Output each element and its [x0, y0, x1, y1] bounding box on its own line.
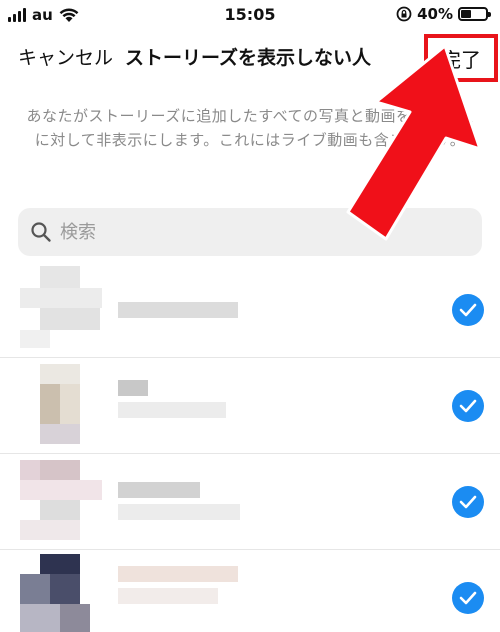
- avatar: [20, 362, 102, 444]
- fullname-blurred: [118, 402, 226, 418]
- status-right: 40%: [396, 5, 491, 23]
- avatar: [20, 554, 102, 632]
- page-title: ストーリーズを表示しない人: [125, 47, 372, 69]
- fullname-blurred: [118, 504, 240, 520]
- user-row[interactable]: [0, 358, 500, 454]
- search-input[interactable]: [60, 221, 440, 243]
- avatar: [20, 458, 102, 540]
- fullname-blurred: [118, 588, 218, 604]
- user-row[interactable]: [0, 262, 500, 358]
- selected-check-icon[interactable]: [452, 486, 484, 518]
- done-label: 完了: [441, 47, 481, 72]
- description-text: あなたがストーリーズに追加したすべての写真と動画を特定の人に対して非表示にします…: [26, 107, 474, 149]
- username-blurred: [118, 380, 148, 396]
- done-button[interactable]: 完了: [424, 34, 498, 82]
- battery-percent: 40%: [417, 5, 453, 23]
- battery-icon: [458, 7, 491, 21]
- selected-check-icon[interactable]: [452, 582, 484, 614]
- username-blurred: [118, 302, 238, 318]
- battery-fill: [461, 10, 471, 18]
- cancel-button[interactable]: キャンセル: [18, 43, 113, 70]
- selected-check-icon[interactable]: [452, 390, 484, 422]
- search-bar[interactable]: [18, 208, 482, 256]
- search-icon: [31, 222, 51, 242]
- username-blurred: [118, 482, 200, 498]
- selected-check-icon[interactable]: [452, 294, 484, 326]
- avatar: [20, 266, 102, 348]
- username-blurred: [118, 566, 238, 582]
- status-bar: au 15:05 40%: [0, 0, 500, 30]
- nav-bar: キャンセル ストーリーズを表示しない人 完了: [0, 30, 500, 82]
- user-row[interactable]: [0, 454, 500, 550]
- rotation-lock-icon: [396, 6, 412, 22]
- user-row[interactable]: [0, 550, 500, 632]
